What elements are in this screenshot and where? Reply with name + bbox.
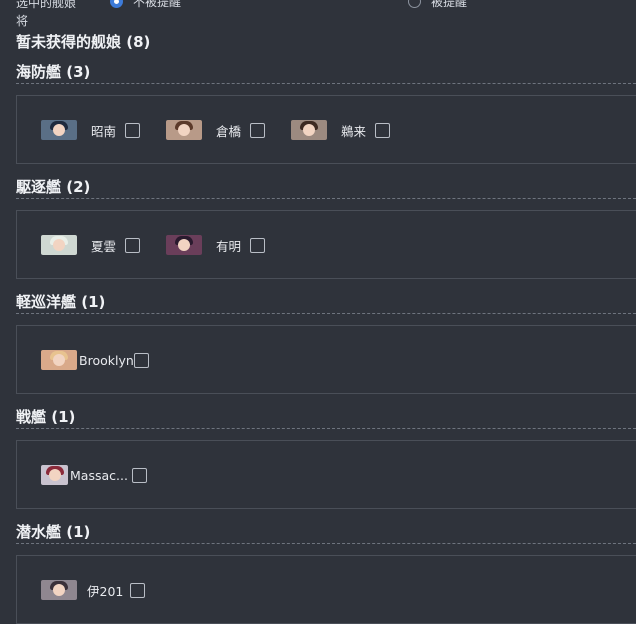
radio-not-reminded-label: 不被提醒 [133,0,182,9]
ship-item: Massac... [41,465,147,485]
ship-name: Massac... [70,467,128,483]
radio-selected-icon[interactable] [110,0,123,8]
ship-name: 倉橋 [216,123,242,139]
ship-checkbox[interactable] [133,352,149,368]
category-title: 海防艦 (3) [16,63,91,81]
category-ship-list: 昭南 倉橋 鵜来 [16,95,636,164]
ship-item: 昭南 [41,120,141,140]
radio-reminded-label: 被提醒 [431,0,468,9]
ship-name: 昭南 [91,123,117,139]
category-header: 海防艦 (3) [16,61,636,84]
category-header: 駆逐艦 (2) [16,176,636,199]
category-title: 駆逐艦 (2) [16,178,91,196]
ship-checkbox[interactable] [125,237,141,253]
selected-ships-label: 选中的舰娘 [16,0,77,10]
ship-portrait-icon [41,235,77,255]
ship-name: 鵜来 [341,123,367,139]
category-ship-list: Massac... [16,440,636,509]
category-ship-list: 夏雲 有明 [16,210,636,279]
ship-checkbox[interactable] [375,122,391,138]
ship-item: 倉橋 [166,120,266,140]
ship-name: Brooklyn [79,352,134,368]
ship-item: 有明 [166,235,266,255]
ship-portrait-icon [41,120,77,140]
ship-portrait-icon [166,235,202,255]
ship-name: 伊201 [87,583,124,599]
ship-portrait-icon [41,350,77,370]
ship-portrait-icon [291,120,327,140]
ship-item: 夏雲 [41,235,141,255]
radio-unselected-icon[interactable] [408,0,421,8]
ship-checkbox[interactable] [250,122,266,138]
ship-portrait-icon [41,465,68,485]
section-title-unobtained: 暂未获得的舰娘 (8) [16,33,151,51]
ship-portrait-icon [41,580,77,600]
category-title: 潜水艦 (1) [16,523,91,541]
radio-reminded[interactable]: 被提醒 [408,0,467,10]
reminder-setting-row: 选中的舰娘 不被提醒 被提醒 [16,0,636,10]
category-ship-list: Brooklyn [16,325,636,394]
ship-name: 夏雲 [91,238,117,254]
category-header: 潜水艦 (1) [16,521,636,544]
ship-item: Brooklyn [41,350,149,370]
ship-item: 伊201 [41,580,146,600]
ship-item: 鵜来 [291,120,391,140]
category-header: 軽巡洋艦 (1) [16,291,636,314]
category-title: 軽巡洋艦 (1) [16,293,106,311]
category-title: 戦艦 (1) [16,408,76,426]
ship-checkbox[interactable] [130,582,146,598]
category-header: 戦艦 (1) [16,406,636,429]
ship-portrait-icon [166,120,202,140]
ship-checkbox[interactable] [250,237,266,253]
category-ship-list: 伊201 [16,555,636,624]
radio-not-reminded[interactable]: 不被提醒 [110,0,181,10]
label-continuation: 将 [16,14,29,28]
ship-checkbox[interactable] [125,122,141,138]
ship-checkbox[interactable] [131,467,147,483]
ship-name: 有明 [216,238,242,254]
